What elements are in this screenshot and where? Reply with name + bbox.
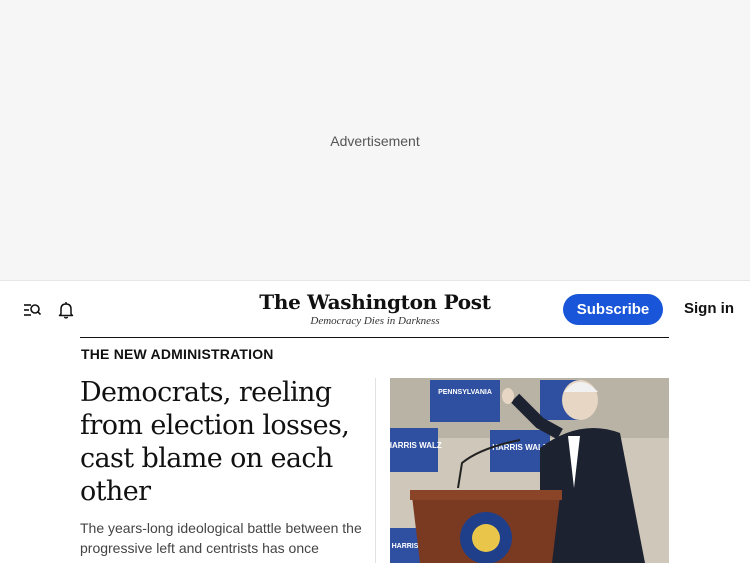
logo-wordmark: The Washington Post [259, 290, 491, 314]
sign-text: HARRIS [392, 543, 419, 550]
section-divider [80, 337, 669, 338]
sign-text: HARRIS WALZ [390, 441, 442, 450]
column-divider [375, 378, 376, 563]
subscribe-button[interactable]: Subscribe [563, 294, 663, 325]
bell-icon[interactable] [56, 300, 76, 320]
story-dek: The years-long ideological battle betwee… [80, 520, 362, 556]
advertisement-area: Advertisement [0, 0, 750, 281]
story-headline[interactable]: Democrats, reeling from election losses,… [80, 376, 365, 508]
story-photo[interactable]: PENNSYLVANIA HARRIS WALZ HARRIS WALZ HAR… [390, 378, 669, 563]
sign-in-link[interactable]: Sign in [684, 300, 734, 317]
masthead: The Washington Post Democracy Dies in Da… [0, 281, 750, 338]
site-logo[interactable]: The Washington Post Democracy Dies in Da… [250, 287, 500, 327]
sign-text: PENNSYLVANIA [438, 389, 492, 396]
search-menu-icon[interactable] [22, 300, 42, 320]
story-kicker[interactable]: THE NEW ADMINISTRATION [81, 346, 274, 362]
advertisement-label: Advertisement [330, 133, 420, 149]
